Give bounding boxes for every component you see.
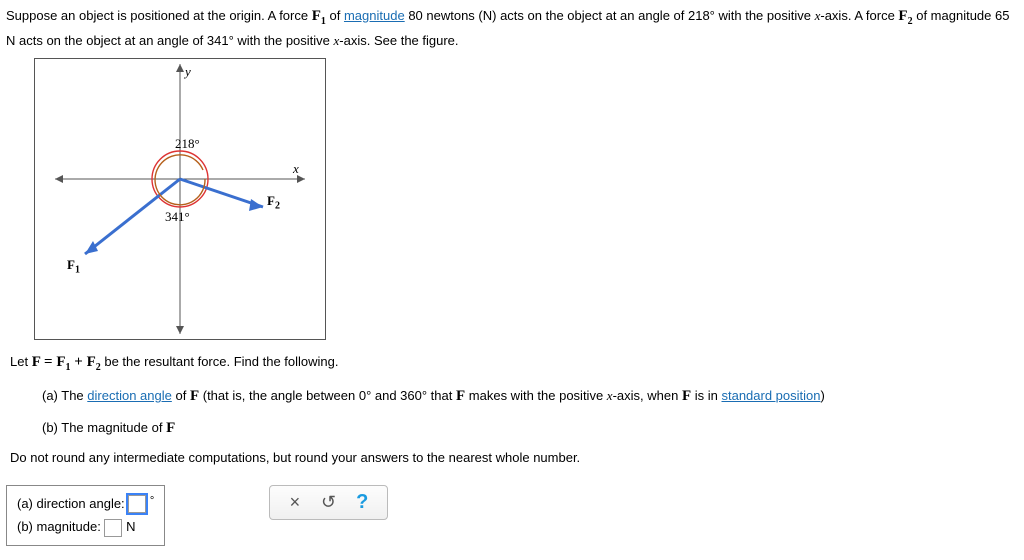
magnitude-input[interactable] [104,519,122,537]
magnitude-link[interactable]: magnitude [344,8,405,23]
intro-text: Suppose an object is positioned at the o… [6,8,312,23]
x-axis-label: x [293,161,299,177]
f2-vector-label: F2 [267,193,280,212]
angle-341-label: 341° [165,209,190,225]
f1-vector-label: F1 [67,257,80,276]
direction-angle-input[interactable] [128,495,146,513]
question-part-a: (a) The direction angle of F (that is, t… [42,384,1018,408]
answer-row-a: (a) direction angle: ° [17,492,154,515]
clear-button[interactable]: × [280,492,310,513]
answer-panel: (a) direction angle: ° (b) magnitude: N [6,485,165,546]
answer-a-label: (a) direction angle: [17,496,128,511]
standard-position-link[interactable]: standard position [721,388,820,403]
answer-toolbar: × ↺ ? [269,485,388,520]
newton-unit: N [126,519,135,534]
resultant-definition: Let F = F1 + F2 be the resultant force. … [10,350,1018,376]
angle-218-label: 218° [175,136,200,152]
question-part-b: (b) The magnitude of F [42,416,1018,440]
diagram-svg [35,59,325,339]
help-button[interactable]: ? [347,491,377,514]
rounding-instruction: Do not round any intermediate computatio… [10,448,1018,469]
y-axis-label: y [185,64,191,80]
force-2-symbol: F2 [898,8,912,24]
answer-row-b: (b) magnitude: N [17,515,154,538]
direction-angle-link[interactable]: direction angle [87,388,172,403]
force-diagram: y x 218° 341° F1 F2 [34,58,326,340]
undo-button[interactable]: ↺ [314,492,344,513]
problem-statement: Suppose an object is positioned at the o… [6,4,1018,52]
answer-b-label: (b) magnitude: [17,519,104,534]
degree-unit: ° [150,495,154,507]
force-1-symbol: F1 [312,8,326,24]
